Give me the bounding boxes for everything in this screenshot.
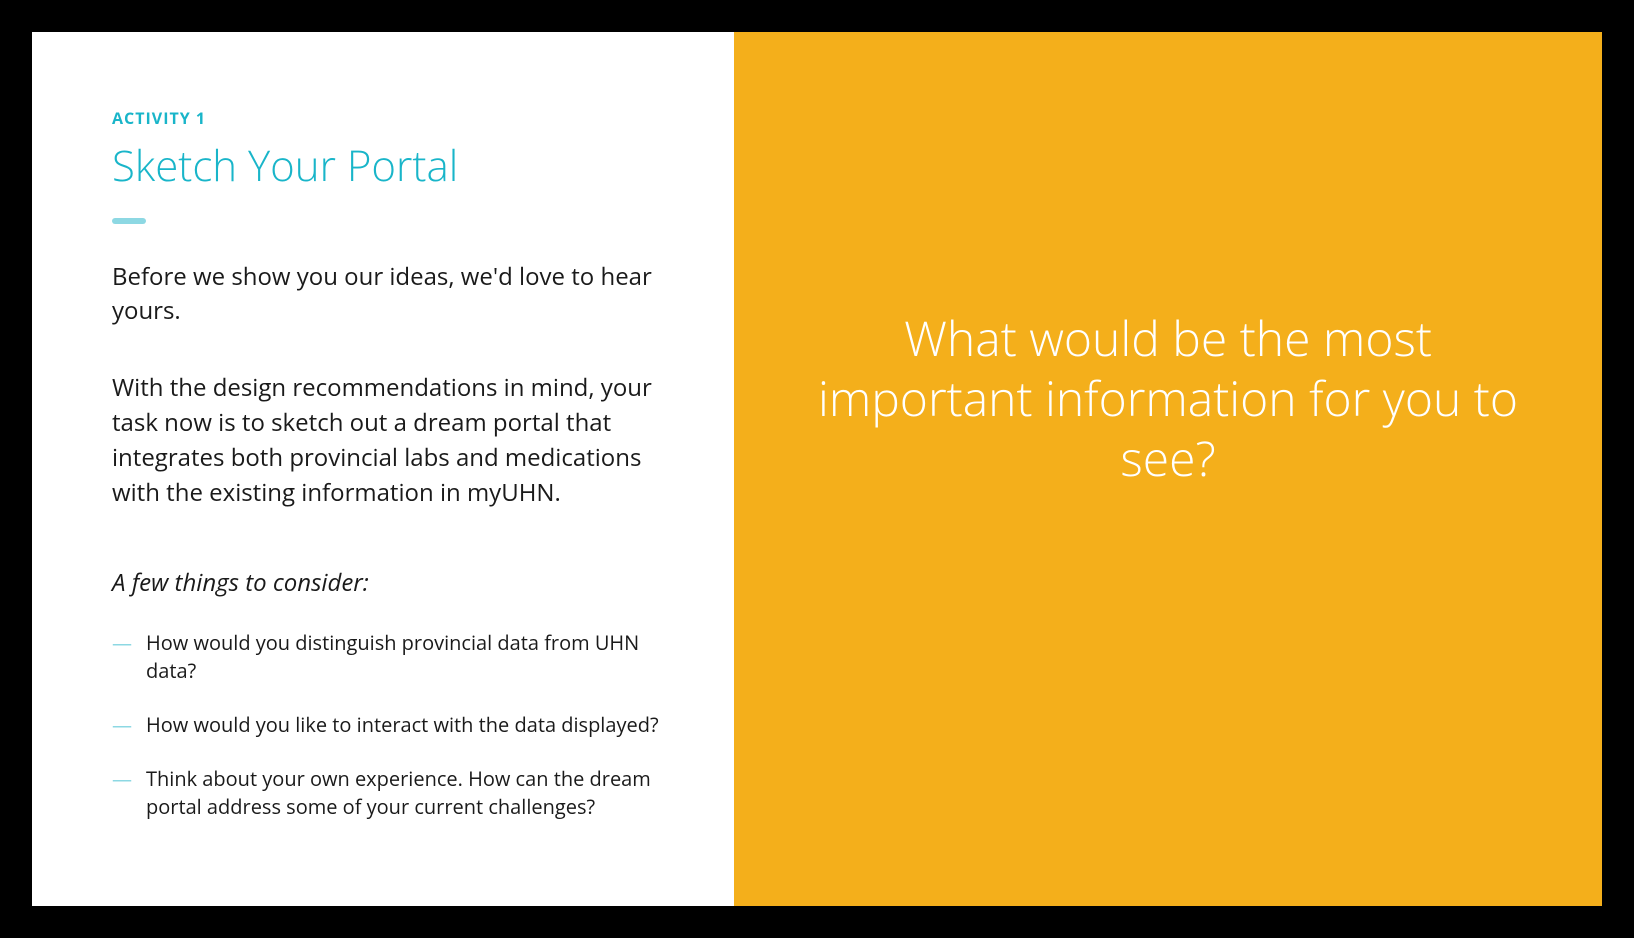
dash-icon: — [112,629,132,685]
task-text: With the design recommendations in mind,… [112,371,674,510]
right-panel: What would be the most important informa… [734,32,1602,906]
dash-icon: — [112,765,132,821]
activity-eyebrow: ACTIVITY 1 [112,107,674,129]
dash-icon: — [112,711,132,739]
list-item: — How would you like to interact with th… [112,711,674,739]
title-divider [112,218,146,224]
list-item: — Think about your own experience. How c… [112,765,674,821]
consider-text: How would you like to interact with the … [146,711,659,739]
left-panel: ACTIVITY 1 Sketch Your Portal Before we … [32,32,734,906]
list-item: — How would you distinguish provincial d… [112,629,674,685]
slide-title: Sketch Your Portal [112,137,674,194]
consider-text: Think about your own experience. How can… [146,765,674,821]
consider-heading: A few things to consider: [112,566,674,599]
intro-text: Before we show you our ideas, we'd love … [112,260,674,327]
consider-list: — How would you distinguish provincial d… [112,629,674,821]
slide-container: ACTIVITY 1 Sketch Your Portal Before we … [32,32,1602,906]
prompt-question: What would be the most important informa… [814,309,1522,489]
consider-text: How would you distinguish provincial dat… [146,629,674,685]
